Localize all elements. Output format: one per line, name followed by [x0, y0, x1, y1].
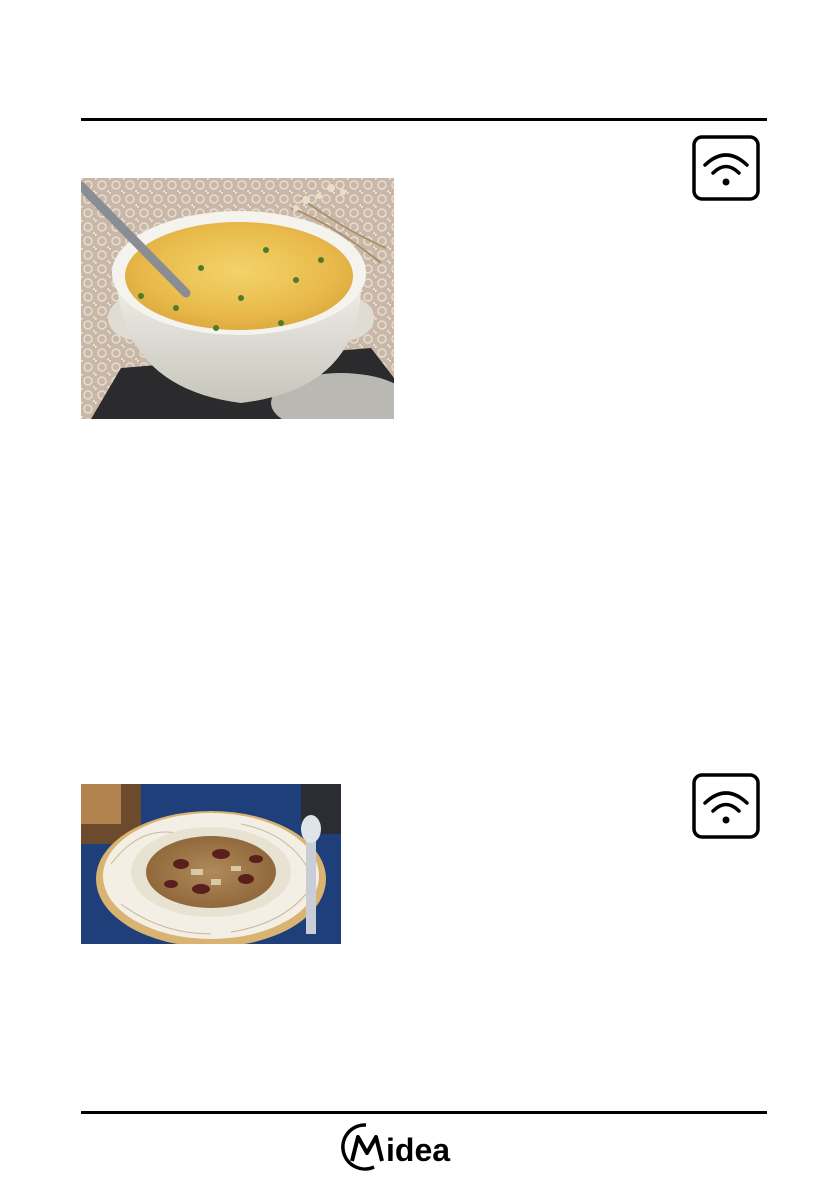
- brand-wordmark: idea: [386, 1132, 450, 1168]
- midea-logo: idea: [340, 1117, 480, 1177]
- microwave-wave-icon: [692, 773, 760, 839]
- creamy-soup-photo: [81, 178, 394, 419]
- footer-divider: [81, 1111, 767, 1114]
- bean-soup-photo: [81, 784, 341, 944]
- header-divider: [81, 118, 767, 121]
- microwave-wave-icon: [692, 135, 760, 201]
